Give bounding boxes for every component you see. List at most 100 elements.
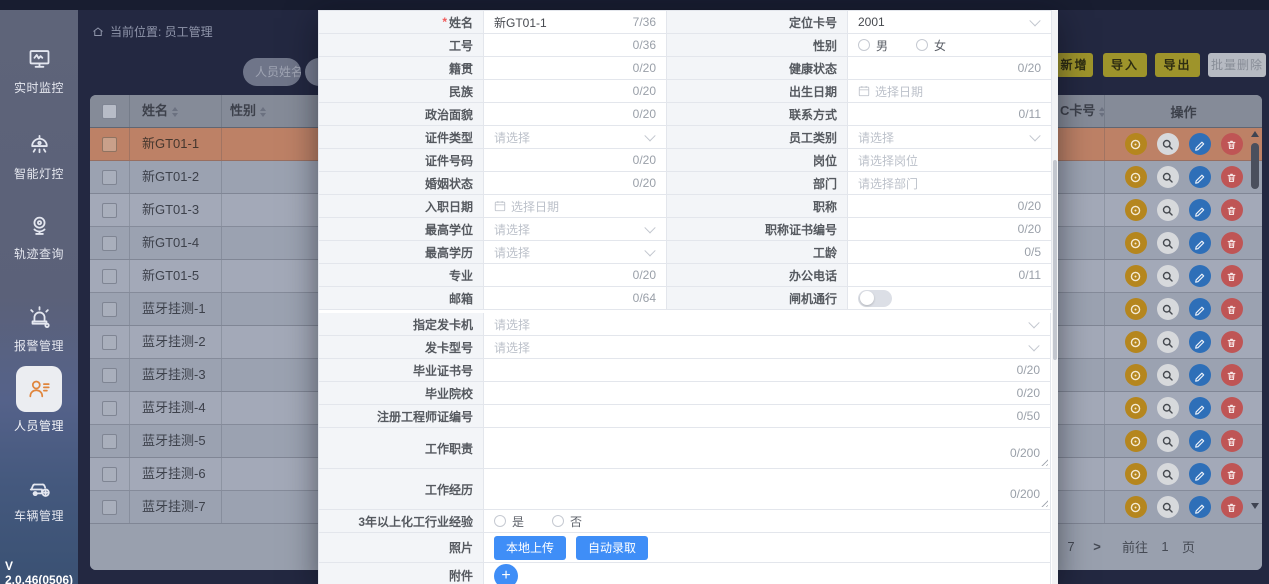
delete-button[interactable] xyxy=(1221,133,1243,155)
row-checkbox[interactable] xyxy=(102,434,117,449)
field-text[interactable]: 0/20 xyxy=(484,57,667,80)
field-toggle[interactable] xyxy=(848,287,1052,310)
field-text[interactable]: 0/36 xyxy=(484,34,667,57)
sidebar-item-1[interactable]: 智能灯控 xyxy=(0,130,78,182)
sort-carets-icon[interactable] xyxy=(172,107,178,117)
edit-button[interactable] xyxy=(1189,364,1211,386)
delete-button[interactable] xyxy=(1221,364,1243,386)
field-input[interactable]: 请选择岗位 xyxy=(848,149,1052,172)
radio-option[interactable]: 男 xyxy=(858,37,888,54)
next-page-button[interactable]: > xyxy=(1084,539,1110,554)
row-checkbox[interactable] xyxy=(102,137,117,152)
field-text[interactable]: 0/20 xyxy=(848,218,1052,241)
delete-button[interactable] xyxy=(1221,496,1243,518)
edit-button[interactable] xyxy=(1189,397,1211,419)
view-button[interactable] xyxy=(1157,166,1179,188)
field-select[interactable]: 请选择 xyxy=(484,336,1051,359)
edit-button[interactable] xyxy=(1189,331,1211,353)
edit-button[interactable] xyxy=(1189,166,1211,188)
edit-button[interactable] xyxy=(1189,496,1211,518)
issue-card-button[interactable] xyxy=(1125,199,1147,221)
field-select[interactable]: 请选择 xyxy=(484,218,667,241)
delete-button[interactable] xyxy=(1221,199,1243,221)
field-text[interactable]: 0/20 xyxy=(484,172,667,195)
import-button[interactable]: 导入 xyxy=(1103,53,1147,77)
field-textarea[interactable]: 0/200 xyxy=(484,469,1051,510)
field-date[interactable]: 选择日期 xyxy=(484,195,667,218)
edit-button[interactable] xyxy=(1189,430,1211,452)
resize-handle[interactable] xyxy=(1039,457,1048,466)
edit-button[interactable] xyxy=(1189,133,1211,155)
issue-card-button[interactable] xyxy=(1125,232,1147,254)
view-button[interactable] xyxy=(1157,232,1179,254)
field-text[interactable]: 0/20 xyxy=(484,103,667,126)
delete-button[interactable] xyxy=(1221,166,1243,188)
field-select[interactable]: 2001 xyxy=(848,11,1052,34)
field-text[interactable]: 0/11 xyxy=(848,264,1052,287)
field-text[interactable]: 0/20 xyxy=(484,382,1051,405)
field-textarea[interactable]: 0/200 xyxy=(484,428,1051,469)
sidebar-item-5[interactable]: 车辆管理 xyxy=(0,472,78,524)
scroll-down-icon[interactable] xyxy=(1251,503,1259,509)
issue-card-button[interactable] xyxy=(1125,331,1147,353)
row-checkbox[interactable] xyxy=(102,401,117,416)
view-button[interactable] xyxy=(1157,397,1179,419)
page-number-7[interactable]: 7 xyxy=(1058,539,1084,554)
issue-card-button[interactable] xyxy=(1125,265,1147,287)
field-text[interactable]: 0/20 xyxy=(848,195,1052,218)
field-text[interactable]: 0/50 xyxy=(484,405,1051,428)
row-checkbox[interactable] xyxy=(102,500,117,515)
row-checkbox[interactable] xyxy=(102,302,117,317)
row-checkbox[interactable] xyxy=(102,368,117,383)
select-all-checkbox[interactable] xyxy=(102,104,117,119)
delete-button[interactable] xyxy=(1221,298,1243,320)
issue-card-button[interactable] xyxy=(1125,133,1147,155)
delete-button[interactable] xyxy=(1221,331,1243,353)
field-text[interactable]: 0/20 xyxy=(848,57,1052,80)
auto-capture-button[interactable]: 自动录取 xyxy=(576,536,648,560)
field-select[interactable]: 请选择 xyxy=(848,126,1052,149)
field-text[interactable]: 0/64 xyxy=(484,287,667,310)
delete-button[interactable] xyxy=(1221,232,1243,254)
export-button[interactable]: 导出 xyxy=(1155,53,1200,77)
issue-card-button[interactable] xyxy=(1125,430,1147,452)
edit-button[interactable] xyxy=(1189,232,1211,254)
row-checkbox[interactable] xyxy=(102,269,117,284)
field-date[interactable]: 选择日期 xyxy=(848,80,1052,103)
view-button[interactable] xyxy=(1157,430,1179,452)
radio-option[interactable]: 是 xyxy=(494,513,524,530)
sidebar-item-4[interactable]: 人员管理 xyxy=(0,366,78,434)
row-checkbox[interactable] xyxy=(102,335,117,350)
delete-button[interactable] xyxy=(1221,430,1243,452)
sidebar-item-2[interactable]: 轨迹查询 xyxy=(0,210,78,262)
field-input[interactable]: 请选择部门 xyxy=(848,172,1052,195)
field-text[interactable]: 0/5 xyxy=(848,241,1052,264)
edit-button[interactable] xyxy=(1189,265,1211,287)
edit-button[interactable] xyxy=(1189,463,1211,485)
field-text[interactable]: 0/20 xyxy=(484,80,667,103)
edit-button[interactable] xyxy=(1189,199,1211,221)
view-button[interactable] xyxy=(1157,133,1179,155)
local-upload-button[interactable]: 本地上传 xyxy=(494,536,566,560)
field-text[interactable]: 0/20 xyxy=(484,149,667,172)
field-text[interactable]: 新GT01-17/36 xyxy=(484,11,667,34)
table-scrollbar[interactable] xyxy=(1250,131,1260,509)
sidebar-item-0[interactable]: 实时监控 xyxy=(0,44,78,96)
issue-card-button[interactable] xyxy=(1125,463,1147,485)
view-button[interactable] xyxy=(1157,463,1179,485)
field-select[interactable]: 请选择 xyxy=(484,313,1051,336)
scroll-up-icon[interactable] xyxy=(1251,131,1259,137)
radio-option[interactable]: 否 xyxy=(552,513,582,530)
gate-access-toggle[interactable] xyxy=(858,290,892,307)
view-button[interactable] xyxy=(1157,199,1179,221)
issue-card-button[interactable] xyxy=(1125,496,1147,518)
field-select[interactable]: 请选择 xyxy=(484,126,667,149)
field-radio[interactable]: 男女 xyxy=(848,34,1052,57)
row-checkbox[interactable] xyxy=(102,170,117,185)
sidebar-item-3[interactable]: 报警管理 xyxy=(0,302,78,354)
view-button[interactable] xyxy=(1157,496,1179,518)
field-select[interactable]: 请选择 xyxy=(484,241,667,264)
delete-button[interactable] xyxy=(1221,397,1243,419)
goto-page-input[interactable]: 1 xyxy=(1158,539,1172,554)
row-checkbox[interactable] xyxy=(102,203,117,218)
